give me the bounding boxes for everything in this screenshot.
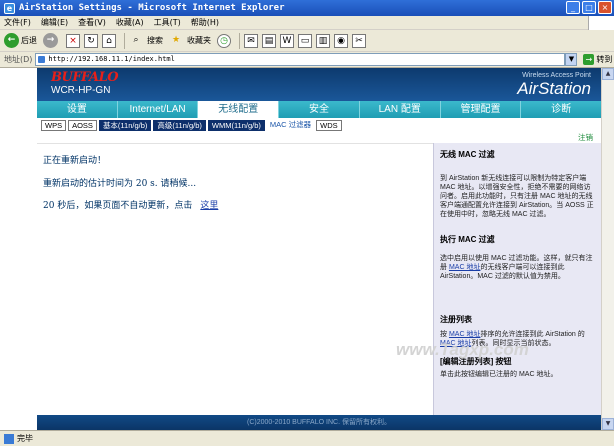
favorites-button[interactable]: ★ 收藏夹 <box>169 34 211 48</box>
go-label: 转到 <box>596 55 613 64</box>
vertical-scrollbar[interactable]: ▲ ▼ <box>601 68 614 430</box>
page-footer: (C)2000-2010 BUFFALO INC. 保留所有权利。 <box>37 415 601 430</box>
menu-favorites[interactable]: 收藏(A) <box>116 17 144 28</box>
product-name: AirStation <box>517 79 591 98</box>
browser-viewport: BUFFALO WCR-HP-GN Wireless Access Point … <box>0 68 614 430</box>
main-nav: 设置 Internet/LAN 无线配置 安全 LAN 配置 管理配置 诊断 <box>37 101 601 118</box>
forward-button[interactable]: → <box>43 33 60 48</box>
close-button[interactable]: × <box>598 1 612 14</box>
maximize-button[interactable]: □ <box>582 1 596 14</box>
go-arrow-icon: → <box>583 54 595 65</box>
logout-link[interactable]: 注销 <box>578 132 593 143</box>
help-title: 注册列表 <box>440 315 472 324</box>
mac-address-link[interactable]: MAC 地址 <box>449 331 481 338</box>
toolbar-separator <box>239 32 240 49</box>
tab-admin[interactable]: 管理配置 <box>441 101 522 118</box>
search-button[interactable]: ⌕ 搜索 <box>129 34 163 48</box>
window-controls: _ □ × <box>566 1 612 14</box>
forward-arrow-icon: → <box>43 33 58 48</box>
help-section-mac-filter: 无线 MAC 过滤 到 AirStation 新无线连接可以限制为特定客户端 M… <box>440 149 596 219</box>
windows-logo-icon <box>588 16 614 30</box>
page-icon <box>4 433 14 444</box>
help-text: 到 AirStation 新无线连接可以限制为特定客户端 MAC 地址。以增强安… <box>440 175 594 218</box>
logout-row: 注销 <box>37 132 601 143</box>
menu-file[interactable]: 文件(F) <box>4 17 31 28</box>
tab-setup[interactable]: 设置 <box>37 101 118 118</box>
help-title: 无线 MAC 过滤 <box>440 150 495 159</box>
help-text: 单击此按钮编辑已注册的 MAC 地址。 <box>440 371 558 378</box>
refresh-icon[interactable]: ↻ <box>84 33 98 48</box>
watermark: www.Tagxp.com <box>396 340 529 359</box>
menu-tools[interactable]: 工具(T) <box>154 17 181 28</box>
print-icon[interactable]: ▤ <box>262 33 276 48</box>
research-icon[interactable]: ▥ <box>316 33 330 48</box>
back-arrow-icon: ← <box>4 33 19 48</box>
subtab-advanced[interactable]: 高级(11n/g/b) <box>153 119 206 131</box>
restarting-message: 正在重新启动！ <box>43 156 107 166</box>
tools-icon[interactable]: ✂ <box>352 33 366 48</box>
help-text-part: 排序的允许连接到此 AirStation 的 <box>480 331 585 338</box>
menu-help[interactable]: 帮助(H) <box>191 17 219 28</box>
help-panel: 无线 MAC 过滤 到 AirStation 新无线连接可以限制为特定客户端 M… <box>433 143 601 415</box>
edit-icon[interactable]: W <box>280 33 294 48</box>
mac-address-link[interactable]: MAC 地址 <box>449 264 481 271</box>
status-text: 完毕 <box>17 434 33 443</box>
toolbar-separator <box>124 32 125 49</box>
home-icon[interactable]: ⌂ <box>102 33 116 48</box>
page-header: BUFFALO WCR-HP-GN Wireless Access Point … <box>37 68 601 101</box>
scroll-up-icon[interactable]: ▲ <box>602 68 614 80</box>
ie-icon: e <box>4 2 15 14</box>
help-text-part: 按 <box>440 331 447 338</box>
messenger-icon[interactable]: ◉ <box>334 33 348 48</box>
subtab-aoss[interactable]: AOSS <box>68 119 97 131</box>
menu-bar: 文件(F) 编辑(E) 查看(V) 收藏(A) 工具(T) 帮助(H) <box>0 16 614 30</box>
search-icon: ⌕ <box>133 34 139 45</box>
auto-refresh-text: 20 秒后，如果页面不自动更新，点击 <box>43 201 193 211</box>
here-link[interactable]: 这里 <box>200 201 218 211</box>
history-icon[interactable]: ◷ <box>217 33 231 48</box>
buffalo-logo: BUFFALO <box>51 70 119 85</box>
auto-refresh-message: 20 秒后，如果页面不自动更新，点击 这里 <box>43 198 218 211</box>
star-icon: ★ <box>171 34 181 45</box>
mail-icon[interactable]: ✉ <box>244 33 258 48</box>
back-button[interactable]: ← 后退 <box>4 33 37 48</box>
tab-lan-config[interactable]: LAN 配置 <box>360 101 441 118</box>
tab-wireless[interactable]: 无线配置 <box>198 101 280 118</box>
tab-security[interactable]: 安全 <box>279 101 360 118</box>
window-title: AirStation Settings - Microsoft Internet… <box>19 3 285 13</box>
discuss-icon[interactable]: ▭ <box>298 33 312 48</box>
menu-edit[interactable]: 编辑(E) <box>41 17 68 28</box>
search-label: 搜索 <box>147 36 163 45</box>
address-dropdown-icon[interactable]: ▼ <box>565 53 578 66</box>
estimate-message: 重新启动的估计时间为 20 s. 请稍候... <box>43 179 197 189</box>
stop-icon[interactable]: × <box>66 33 80 48</box>
menu-view[interactable]: 查看(V) <box>78 17 106 28</box>
go-button[interactable]: → 转到 <box>583 54 612 65</box>
main-content: 正在重新启动！ 重新启动的估计时间为 20 s. 请稍候... 20 秒后，如果… <box>37 143 433 415</box>
status-bar: 完毕 <box>0 430 614 446</box>
title-bar: e AirStation Settings - Microsoft Intern… <box>0 0 614 16</box>
address-input[interactable]: http://192.168.11.1/index.html <box>35 53 566 66</box>
airstation-page: BUFFALO WCR-HP-GN Wireless Access Point … <box>37 68 601 430</box>
favorites-label: 收藏夹 <box>187 36 211 45</box>
tab-diagnostics[interactable]: 诊断 <box>521 101 601 118</box>
address-label: 地址(D) <box>4 55 33 64</box>
help-title: 执行 MAC 过滤 <box>440 235 495 244</box>
address-bar: 地址(D) http://192.168.11.1/index.html ▼ →… <box>0 52 614 68</box>
help-text: 选中启用以使用 MAC 过滤功能。这样，就只有注册 MAC 地址的无线客户端可以… <box>440 254 596 281</box>
subtab-mac-filter[interactable]: MAC 过滤器 <box>267 120 314 131</box>
subtab-wps[interactable]: WPS <box>41 119 67 131</box>
minimize-button[interactable]: _ <box>566 1 580 14</box>
subtab-wds[interactable]: WDS <box>316 119 342 131</box>
subtab-basic[interactable]: 基本(11n/g/b) <box>98 119 152 131</box>
subtab-wmm[interactable]: WMM(11n/g/b) <box>207 119 265 131</box>
tab-internet-lan[interactable]: Internet/LAN <box>118 101 199 118</box>
help-section-enable: 执行 MAC 过滤 选中启用以使用 MAC 过滤功能。这样，就只有注册 MAC … <box>440 234 596 281</box>
model-name: WCR-HP-GN <box>51 85 111 96</box>
sub-nav: WPS AOSS 基本(11n/g/b) 高级(11n/g/b) WMM(11n… <box>37 118 601 132</box>
toolbar: ← 后退 → × ↻ ⌂ ⌕ 搜索 ★ 收藏夹 ◷ ✉ ▤ W ▭ ▥ ◉ ✂ <box>0 30 614 52</box>
product-type: Wireless Access Point <box>522 72 591 79</box>
back-label: 后退 <box>21 36 37 45</box>
scroll-down-icon[interactable]: ▼ <box>602 418 614 430</box>
